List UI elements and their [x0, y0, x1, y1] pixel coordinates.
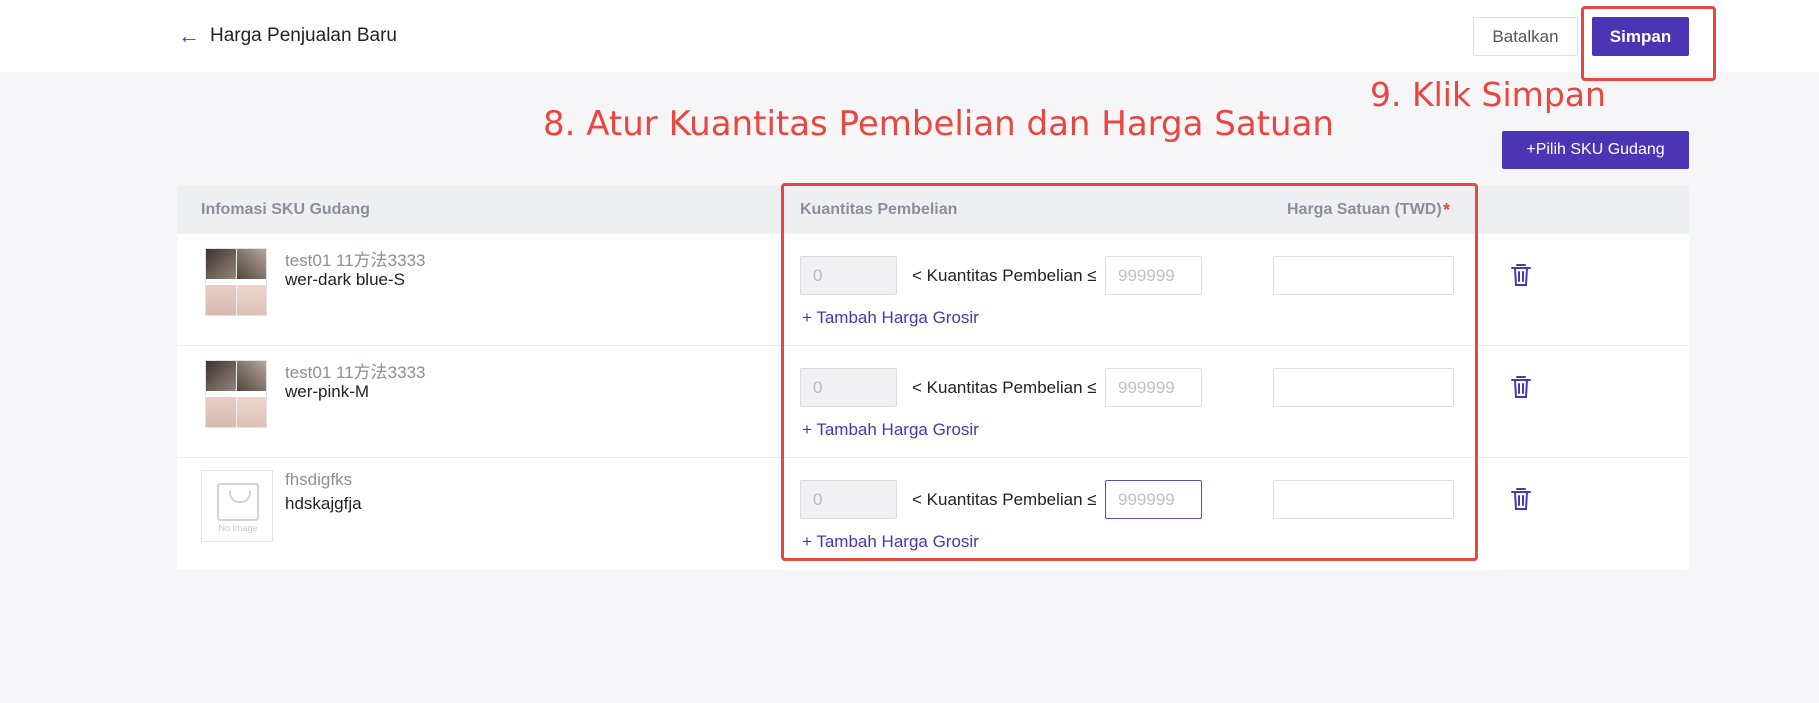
sku-variant: hdskajgfja [285, 494, 362, 513]
annotation-step-9: 9. Klik Simpan [1370, 75, 1606, 114]
trash-icon[interactable] [1509, 374, 1533, 400]
cancel-button[interactable]: Batalkan [1473, 17, 1578, 56]
sku-variant: wer-dark blue-S [285, 270, 405, 289]
trash-icon[interactable] [1509, 486, 1533, 512]
top-bar: ← Harga Penjualan Baru Batalkan Simpan [0, 0, 1819, 72]
header-sku-info: Infomasi SKU Gudang [201, 201, 370, 218]
save-highlight-box [1581, 6, 1716, 81]
pick-sku-button[interactable]: +Pilih SKU Gudang [1502, 131, 1689, 169]
no-image-placeholder: No Image [201, 470, 273, 542]
product-thumbnail [205, 360, 267, 428]
quantity-price-highlight-box [781, 183, 1478, 561]
product-thumbnail [205, 248, 267, 316]
sku-variant: wer-pink-M [285, 382, 370, 401]
sku-name: fhsdigfks [285, 470, 353, 489]
arrow-left-icon[interactable]: ← [178, 24, 200, 48]
no-image-text: No Image [218, 523, 258, 533]
page-title: Harga Penjualan Baru [210, 25, 397, 46]
annotation-step-8: 8. Atur Kuantitas Pembelian dan Harga Sa… [543, 104, 1334, 144]
sku-name: test01 11方法3333 [285, 251, 426, 270]
sku-name: test01 11方法3333 [285, 363, 426, 382]
trash-icon[interactable] [1509, 262, 1533, 288]
